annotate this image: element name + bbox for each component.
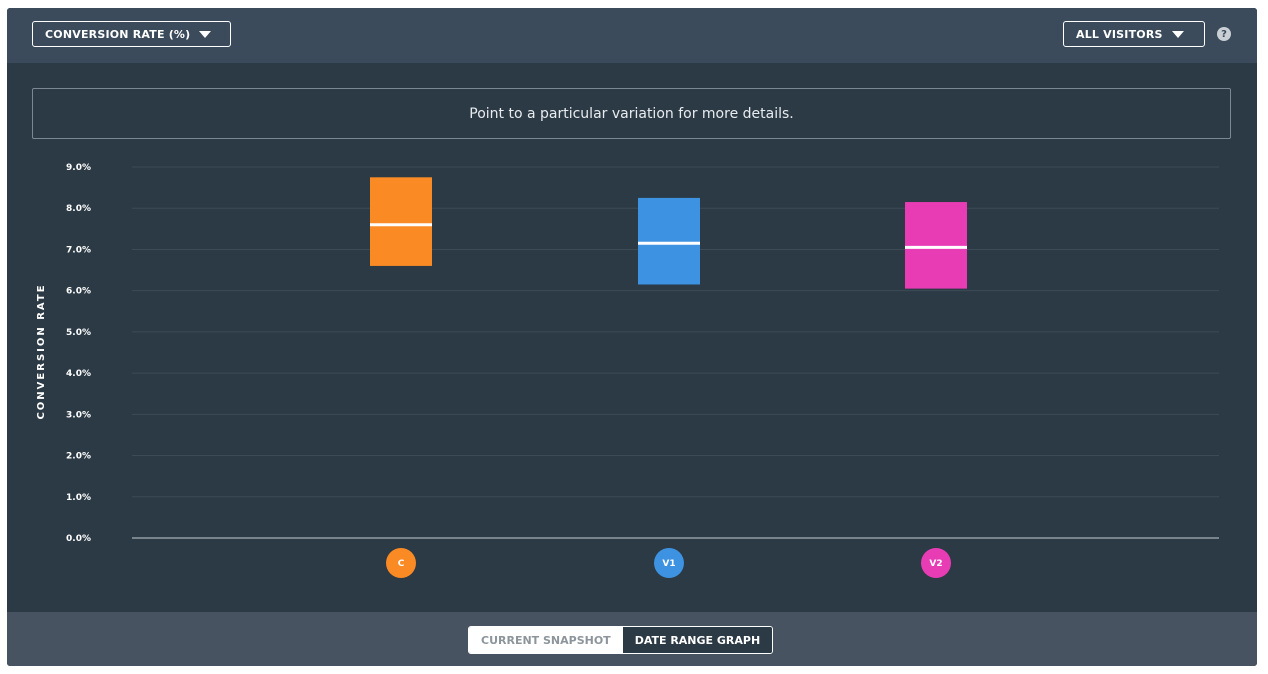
view-toggle-bar: CURRENT SNAPSHOT DATE RANGE GRAPH [7, 612, 1257, 666]
y-tick-label: 3.0% [66, 410, 91, 420]
conversion-rate-chart: 0.0% 1.0% 2.0% 3.0% 4.0% 5.0% 6.0% 7.0% 8.0% 9.0%… [36, 163, 1219, 578]
y-axis-label: CONVERSION RATE [36, 283, 47, 419]
variation-box-v1[interactable] [638, 197, 700, 285]
variation-badge-label: V2 [929, 559, 942, 569]
y-tick-label: 2.0% [66, 452, 91, 462]
y-tick-label: 6.0% [66, 287, 91, 297]
variation-box-v2[interactable] [905, 202, 967, 289]
experiment-results-panel: CONVERSION RATE (%) ALL VISITORS ? Point… [7, 8, 1257, 666]
y-tick-label: 4.0% [66, 369, 91, 379]
variation-box-c[interactable] [370, 177, 432, 266]
view-toggle: CURRENT SNAPSHOT DATE RANGE GRAPH [468, 626, 774, 654]
y-tick-label: 9.0% [66, 163, 91, 173]
y-tick-label: 5.0% [66, 328, 91, 338]
current-snapshot-button[interactable]: CURRENT SNAPSHOT [469, 627, 623, 653]
y-tick-label: 0.0% [66, 534, 91, 544]
y-tick-label: 8.0% [66, 204, 91, 214]
y-tick-label: 1.0% [66, 493, 91, 503]
variation-badge-label: V1 [662, 559, 675, 569]
date-range-graph-button[interactable]: DATE RANGE GRAPH [622, 627, 773, 653]
y-tick-label: 7.0% [66, 245, 91, 255]
variation-badge-label: C [398, 559, 405, 569]
